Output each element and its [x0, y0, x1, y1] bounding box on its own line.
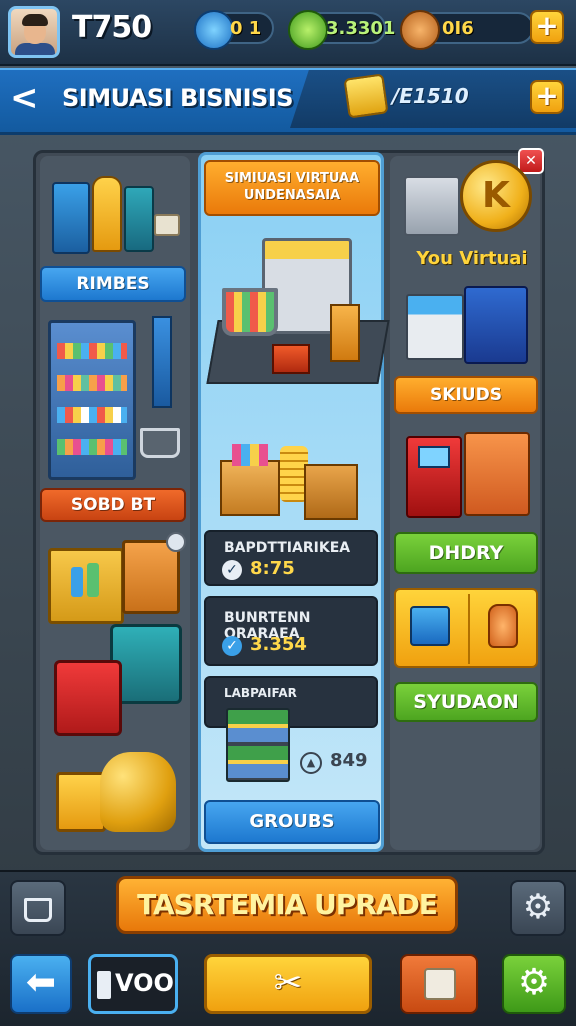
syudaon-button[interactable]: SYUDAON [394, 682, 538, 722]
shelf-row-3 [57, 407, 127, 423]
settings-button[interactable]: ⚙ [510, 880, 566, 936]
player-avatar[interactable] [8, 6, 60, 58]
cardboard-box-icon [220, 460, 280, 516]
bottle-icon [71, 567, 83, 597]
avatar-hair [22, 14, 48, 26]
scissors-icon: ✂ [273, 963, 303, 1003]
shelf-row-4 [57, 439, 127, 455]
blue-gem-icon [194, 10, 234, 50]
header-add-button[interactable]: + [530, 80, 564, 114]
stat-card-3-label: LABPAIFAR [224, 686, 297, 700]
gem-counter[interactable]: 0 1 [194, 10, 274, 50]
blue-box-icon [410, 606, 450, 646]
goods-shelf-icon [226, 708, 290, 782]
offer-divider [468, 594, 470, 664]
small-stat-value: 849 [330, 750, 368, 771]
box-icon [424, 968, 456, 1000]
stat-card-2-value: 3.354 [250, 634, 307, 655]
gear-icon: ⚙ [517, 962, 551, 1003]
upgrade-button[interactable]: TASRTEMIA UPRADE [116, 876, 458, 934]
groups-button[interactable]: GROUBS [204, 800, 380, 844]
info-badge-icon [166, 532, 186, 552]
banner-stand-icon [152, 316, 172, 408]
coin-caption: You Virtuai [416, 248, 528, 269]
food-value: 0I6 [442, 18, 474, 39]
rimbes-button[interactable]: RIMBES [40, 266, 186, 302]
item-offer-card[interactable] [394, 588, 538, 668]
shopping-cart-icon [222, 288, 278, 336]
back-arrow-icon: ⬅ [25, 962, 57, 1003]
jar-icon [488, 604, 518, 648]
timer-icon: ▲ [300, 752, 322, 774]
options-button[interactable]: ⚙ [502, 954, 566, 1014]
back-button[interactable]: < [10, 80, 44, 116]
page-title: SIMUASI BISNISIS [62, 84, 294, 112]
goods-icon [232, 444, 268, 466]
green-cash-icon [288, 10, 328, 50]
cash-counter[interactable]: 3.3301 [288, 10, 395, 50]
shop-button[interactable] [400, 954, 478, 1014]
crate-icon [272, 344, 310, 374]
market-stall-icon [48, 548, 124, 624]
freezer-icon [406, 294, 464, 360]
shelf-row-2 [57, 375, 127, 391]
basket-icon [24, 898, 52, 922]
avatar-shirt [15, 43, 55, 55]
check-icon: ✓ [222, 636, 242, 656]
counter-display: VOO [88, 954, 178, 1014]
cash-value: 3.3301 [326, 18, 396, 39]
stat-card-1-value: 8:75 [250, 558, 295, 579]
virtual-banner: SIMIUASI VIRTUAA UNDENASAIA [204, 160, 380, 216]
add-resources-button[interactable]: + [530, 10, 564, 44]
food-bag-icon [400, 10, 440, 50]
gold-coins-icon [100, 752, 176, 832]
kiosk-icon [92, 176, 122, 252]
stat-card-2[interactable]: BUNRTENN ORARAEA ✓ 3.354 [204, 596, 378, 666]
cardboard-box-icon [304, 464, 358, 520]
stat-card-1-label: BAPDTTIARIKEA [224, 540, 351, 556]
dhdry-button[interactable]: DHDRY [394, 532, 538, 574]
main-action-button[interactable]: ✂ [204, 954, 372, 1014]
gold-coin-icon: K [460, 160, 532, 232]
basket-button[interactable] [10, 880, 66, 936]
screen-icon [418, 446, 450, 468]
counter-value: VOO [115, 969, 174, 997]
barrel-icon [330, 304, 360, 362]
vending-machine-icon [52, 182, 90, 254]
stat-card-1[interactable]: BAPDTTIARIKEA ✓ 8:75 [204, 530, 378, 586]
gift-bag-icon [56, 772, 106, 832]
cash-register-icon [404, 176, 460, 236]
drink-machine-icon [464, 432, 530, 516]
counter-icon [97, 971, 111, 999]
fridge-icon [124, 186, 154, 252]
arcade-machine-icon [406, 436, 462, 518]
gem-value: 0 1 [230, 18, 262, 39]
red-chest-icon [54, 660, 122, 736]
check-icon: ✓ [222, 560, 242, 580]
sobd-bt-button[interactable]: SOBD BT [40, 488, 186, 522]
gear-icon: ⚙ [522, 887, 554, 927]
atm-machine-icon [464, 286, 528, 364]
header-currency-value: /E1510 [392, 84, 469, 108]
bottle-icon [87, 563, 99, 597]
shopping-cart-icon [140, 428, 180, 458]
nav-back-button[interactable]: ⬅ [10, 954, 72, 1014]
register-icon [154, 214, 180, 236]
player-level: T750 [72, 10, 152, 45]
product-shelf-icon [48, 320, 136, 480]
gold-bag-icon [343, 73, 389, 119]
skiuds-button[interactable]: SKIUDS [394, 376, 538, 414]
food-counter[interactable]: 0I6 [400, 10, 534, 50]
shelf-row-1 [57, 343, 127, 359]
